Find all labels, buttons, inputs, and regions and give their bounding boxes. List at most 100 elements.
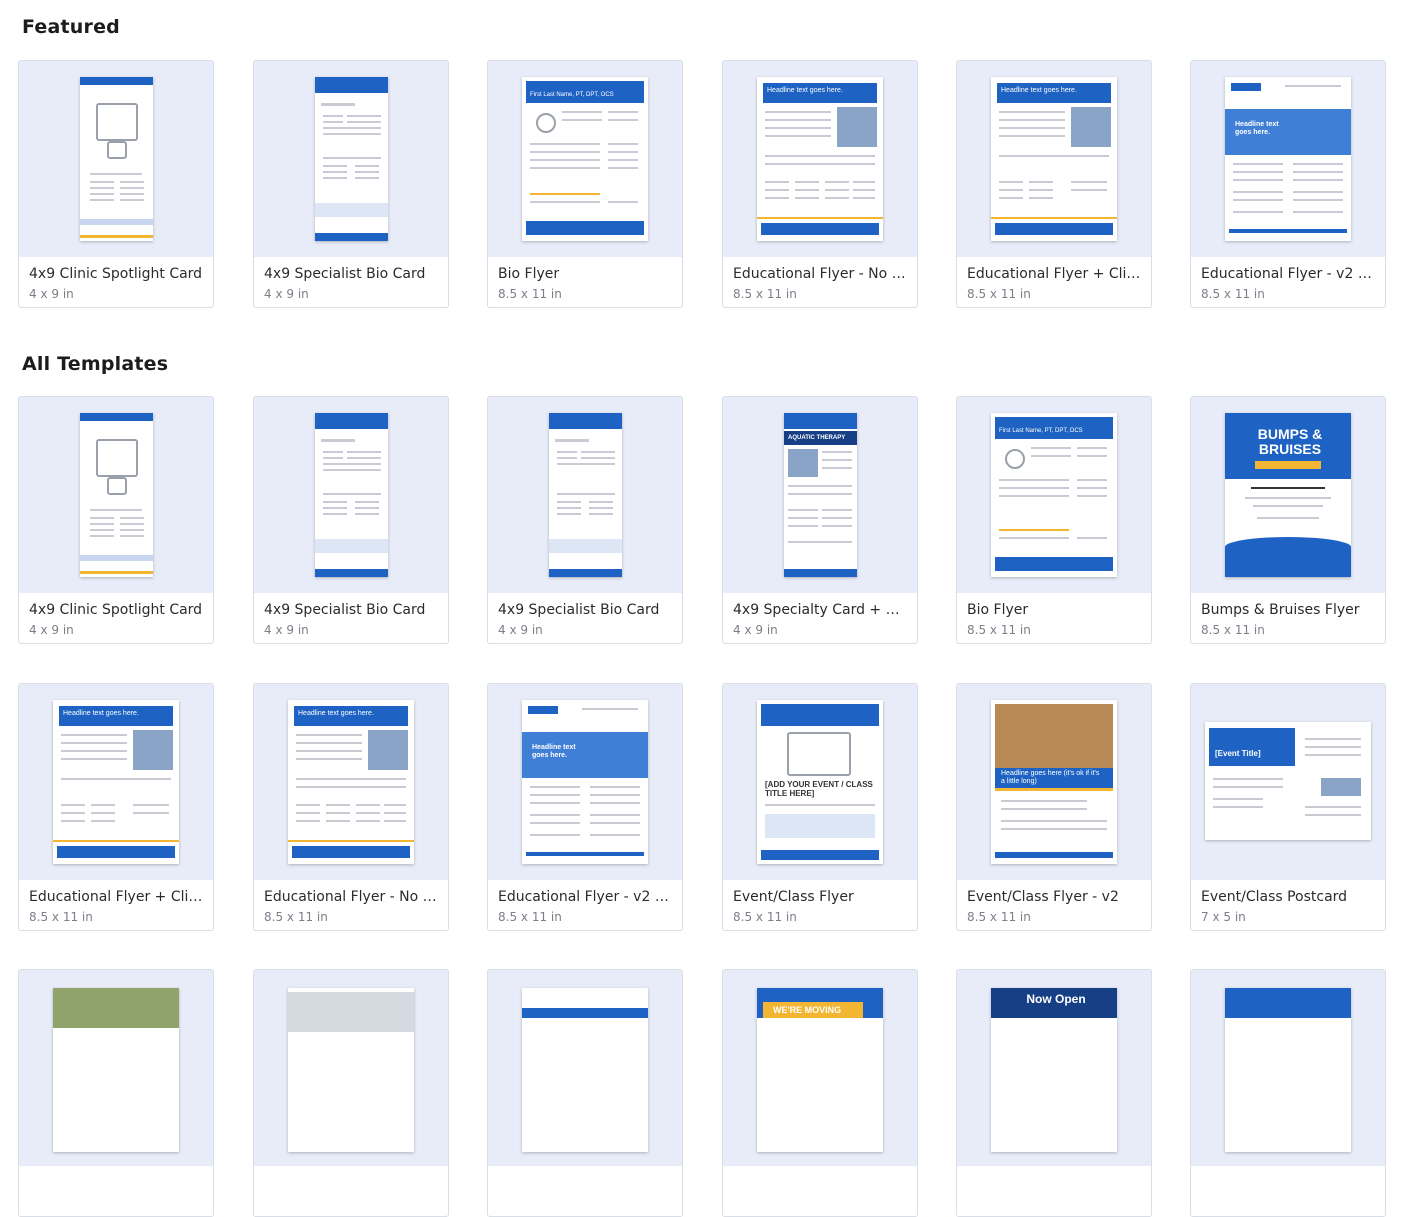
template-thumbnail: Headline text goes here.	[723, 61, 917, 257]
template-card-educational-clinic[interactable]: Headline text goes here. Educational Fly…	[18, 683, 214, 931]
template-card-bio-flyer[interactable]: First Last Name, PT, DPT, OCS Bio Flyer …	[956, 396, 1152, 644]
template-size: 8.5 x 11 in	[264, 910, 328, 924]
flyer-preview: BUMPS & BRUISES	[1225, 413, 1351, 577]
template-thumbnail: [Event Title]	[1191, 684, 1385, 880]
template-card-partial[interactable]	[487, 969, 683, 1217]
featured-heading: Featured	[22, 16, 120, 38]
template-card-specialist-bio[interactable]: 4x9 Specialist Bio Card 4 x 9 in	[253, 396, 449, 644]
template-name: Event/Class Postcard	[1201, 889, 1348, 905]
template-thumbnail: First Last Name, PT, DPT, OCS	[957, 397, 1151, 593]
template-name: 4x9 Specialty Card + Cli...	[733, 602, 909, 618]
template-size: 4 x 9 in	[498, 623, 543, 637]
template-card-partial[interactable]	[253, 969, 449, 1217]
flyer-preview: Headline goes here (it's ok if it's a li…	[991, 700, 1117, 864]
template-size: 8.5 x 11 in	[1201, 623, 1265, 637]
template-thumbnail: Now Open	[957, 970, 1151, 1166]
template-thumbnail: Headline text goes here.	[488, 684, 682, 880]
template-name: 4x9 Specialist Bio Card	[498, 602, 660, 618]
template-size: 8.5 x 11 in	[967, 287, 1031, 301]
template-thumbnail: AQUATIC THERAPY	[723, 397, 917, 593]
template-name: Bumps & Bruises Flyer	[1201, 602, 1360, 618]
template-size: 8.5 x 11 in	[498, 287, 562, 301]
template-name: 4x9 Clinic Spotlight Card	[29, 266, 203, 282]
image-placeholder-icon	[107, 141, 127, 159]
template-card-event-class-flyer-v2[interactable]: Headline goes here (it's ok if it's a li…	[956, 683, 1152, 931]
template-thumbnail	[1191, 970, 1385, 1166]
template-name: Educational Flyer + Clini...	[967, 266, 1143, 282]
template-thumbnail: Headline text goes here.	[254, 684, 448, 880]
template-thumbnail: First Last Name, PT, DPT, OCS	[488, 61, 682, 257]
template-size: 7 x 5 in	[1201, 910, 1246, 924]
template-thumbnail	[19, 970, 213, 1166]
template-card-bio-flyer[interactable]: First Last Name, PT, DPT, OCS Bio Flyer …	[487, 60, 683, 308]
template-thumbnail	[254, 397, 448, 593]
template-size: 4 x 9 in	[264, 623, 309, 637]
template-card-specialist-bio[interactable]: 4x9 Specialist Bio Card 4 x 9 in	[487, 396, 683, 644]
template-card-specialty-card[interactable]: AQUATIC THERAPY 4x9 Specialty Card + Cli…	[722, 396, 918, 644]
template-thumbnail	[254, 970, 448, 1166]
image-placeholder-icon	[787, 732, 851, 776]
card-preview	[315, 413, 388, 577]
template-card-event-class-flyer[interactable]: [ADD YOUR EVENT / CLASS TITLE HERE] Even…	[722, 683, 918, 931]
avatar-icon	[1005, 449, 1025, 469]
template-size: 8.5 x 11 in	[967, 623, 1031, 637]
template-card-partial[interactable]	[1190, 969, 1386, 1217]
flyer-preview: Headline text goes here.	[522, 700, 648, 864]
template-card-event-class-postcard[interactable]: [Event Title] Event/Class Postcard 7 x 5…	[1190, 683, 1386, 931]
template-name: Educational Flyer - v2 (Si...	[498, 889, 674, 905]
card-preview	[549, 413, 622, 577]
all-templates-heading: All Templates	[22, 353, 169, 375]
template-size: 8.5 x 11 in	[733, 910, 797, 924]
template-thumbnail: [ADD YOUR EVENT / CLASS TITLE HERE]	[723, 684, 917, 880]
template-size: 8.5 x 11 in	[29, 910, 93, 924]
template-name: 4x9 Clinic Spotlight Card	[29, 602, 203, 618]
image-placeholder-icon	[107, 477, 127, 495]
template-card-partial[interactable]	[18, 969, 214, 1217]
template-name: Event/Class Flyer - v2	[967, 889, 1119, 905]
flyer-preview: [ADD YOUR EVENT / CLASS TITLE HERE]	[757, 700, 883, 864]
template-size: 8.5 x 11 in	[733, 287, 797, 301]
template-card-educational-no-clinic[interactable]: Headline text goes here. Educational Fly…	[253, 683, 449, 931]
template-thumbnail: Headline text goes here.	[19, 684, 213, 880]
template-size: 4 x 9 in	[264, 287, 309, 301]
flyer-preview: Headline text goes here.	[288, 700, 414, 864]
template-name: Bio Flyer	[498, 266, 560, 282]
flyer-preview: Headline text goes here.	[53, 700, 179, 864]
template-thumbnail: Headline text goes here.	[1191, 61, 1385, 257]
template-thumbnail	[488, 397, 682, 593]
template-card-partial[interactable]: Now Open	[956, 969, 1152, 1217]
template-size: 4 x 9 in	[29, 287, 74, 301]
template-card-specialist-bio[interactable]: 4x9 Specialist Bio Card 4 x 9 in	[253, 60, 449, 308]
flyer-preview: Headline text goes here.	[757, 77, 883, 241]
flyer-preview: First Last Name, PT, DPT, OCS	[522, 77, 648, 241]
template-card-bumps-bruises[interactable]: BUMPS & BRUISES Bumps & Bruises Flyer 8.…	[1190, 396, 1386, 644]
flyer-preview: Headline text goes here.	[1225, 77, 1351, 241]
template-size: 8.5 x 11 in	[498, 910, 562, 924]
template-name: Bio Flyer	[967, 602, 1029, 618]
image-placeholder-icon	[96, 439, 138, 477]
template-card-educational-v2[interactable]: Headline text goes here. Educational Fly…	[487, 683, 683, 931]
template-thumbnail: BUMPS & BRUISES	[1191, 397, 1385, 593]
template-thumbnail	[19, 61, 213, 257]
template-card-clinic-spotlight[interactable]: 4x9 Clinic Spotlight Card 4 x 9 in	[18, 396, 214, 644]
template-thumbnail	[488, 970, 682, 1166]
template-name: Educational Flyer - v2 (Si...	[1201, 266, 1377, 282]
template-size: 4 x 9 in	[29, 623, 74, 637]
template-card-clinic-spotlight[interactable]: 4x9 Clinic Spotlight Card 4 x 9 in	[18, 60, 214, 308]
template-thumbnail: Headline text goes here.	[957, 61, 1151, 257]
card-preview	[315, 77, 388, 241]
card-preview	[80, 77, 153, 241]
flyer-preview: First Last Name, PT, DPT, OCS	[991, 413, 1117, 577]
template-card-partial[interactable]: WE'RE MOVING	[722, 969, 918, 1217]
template-name: Educational Flyer - No Cl...	[264, 889, 440, 905]
template-name: Educational Flyer - No Cl...	[733, 266, 909, 282]
image-placeholder-icon	[96, 103, 138, 141]
template-thumbnail: WE'RE MOVING	[723, 970, 917, 1166]
template-name: Educational Flyer + Clini...	[29, 889, 205, 905]
template-card-educational-v2[interactable]: Headline text goes here. Educational Fly…	[1190, 60, 1386, 308]
template-size: 8.5 x 11 in	[967, 910, 1031, 924]
template-size: 8.5 x 11 in	[1201, 287, 1265, 301]
template-name: Event/Class Flyer	[733, 889, 854, 905]
template-card-educational-clinic[interactable]: Headline text goes here. Educational Fly…	[956, 60, 1152, 308]
template-card-educational-no-clinic[interactable]: Headline text goes here. Educational Fly…	[722, 60, 918, 308]
